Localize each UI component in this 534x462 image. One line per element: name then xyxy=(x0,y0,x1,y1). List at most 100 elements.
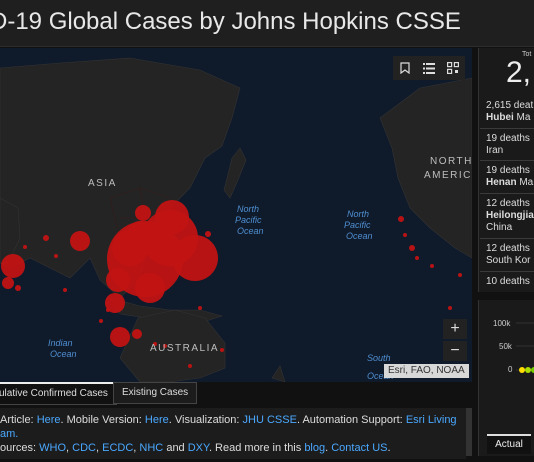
divider xyxy=(480,193,534,194)
deaths-count: 12 deaths xyxy=(486,198,530,209)
label-npo-b1: North xyxy=(347,209,369,219)
label-indian-2: Ocean xyxy=(50,349,77,359)
north-america-landmass xyxy=(379,77,472,259)
zoom-out-button[interactable]: − xyxy=(443,341,467,361)
y-tick-100k: 100k xyxy=(493,319,511,328)
deaths-location: Iran xyxy=(486,145,504,156)
label-npo-b2: Pacific xyxy=(344,220,371,230)
label-npo-a3: Ocean xyxy=(237,226,264,236)
divider xyxy=(480,128,534,129)
deaths-location: South Kor xyxy=(486,255,531,266)
label-north-america-2: AMERICA xyxy=(424,170,472,181)
footer-text: . Automation Support: xyxy=(296,414,406,426)
world-map[interactable]: ASIA AUSTRALIA NORTH AMERICA North Pacif… xyxy=(0,48,472,382)
footer-scrollbar[interactable] xyxy=(466,408,472,456)
bubble-small-10 xyxy=(198,306,202,310)
map-toolbar xyxy=(393,56,465,80)
blog-link[interactable]: blog xyxy=(304,442,325,454)
dxy-link[interactable]: DXY xyxy=(188,442,209,454)
footer-text: . Mobile Version: xyxy=(60,414,145,426)
ecdc-link[interactable]: ECDC xyxy=(102,442,133,454)
footer-line-1: Article: Here. Mobile Version: Here. Vis… xyxy=(0,413,457,427)
bubble-iran xyxy=(1,254,25,278)
newzealand-landmass xyxy=(271,365,286,382)
list-icon[interactable] xyxy=(417,56,441,80)
deaths-item-1[interactable]: 2,615 deat Hubei Ma xyxy=(486,100,533,124)
deaths-location: Hubei Ma xyxy=(486,112,531,123)
footer-text: . xyxy=(387,442,391,454)
bubble-usa-6 xyxy=(458,273,462,277)
label-south-1: South xyxy=(367,353,391,363)
deaths-location: Heilongjia xyxy=(486,210,534,221)
esri-link[interactable]: Esri Living xyxy=(406,414,457,426)
bubble-beijing xyxy=(135,205,151,221)
map-tabs: ulative Confirmed Cases Existing Cases xyxy=(0,382,472,405)
bubble-small-7 xyxy=(106,308,110,312)
footer-text: ources: xyxy=(0,442,40,454)
jhu-link[interactable]: JHU CSSE xyxy=(243,414,297,426)
map-canvas[interactable]: ASIA AUSTRALIA NORTH AMERICA North Pacif… xyxy=(0,48,472,382)
label-npo-a2: Pacific xyxy=(235,215,262,225)
deaths-item-2[interactable]: 19 deaths Iran xyxy=(486,133,530,157)
trend-point xyxy=(519,367,525,373)
deaths-item-6[interactable]: 10 deaths xyxy=(486,276,530,288)
divider xyxy=(480,160,534,161)
japan-landmass xyxy=(223,147,247,199)
bubble-middle-east xyxy=(2,277,14,289)
bubble-small-1 xyxy=(43,235,49,241)
label-npo-a1: North xyxy=(237,204,259,214)
y-tick-0: 0 xyxy=(508,365,513,374)
bubble-singapore xyxy=(110,327,130,347)
deaths-count: 10 deaths xyxy=(486,276,530,287)
deaths-count: 19 deaths xyxy=(486,133,530,144)
header-bar: D-19 Global Cases by Johns Hopkins CSSE xyxy=(0,0,534,47)
total-deaths-value: 2, xyxy=(506,56,532,89)
bubble-usa-3 xyxy=(409,245,415,251)
footer-info: Article: Here. Mobile Version: Here. Vis… xyxy=(0,408,466,459)
bubble-china-5 xyxy=(128,221,152,245)
deaths-count: 12 deaths xyxy=(486,243,530,254)
bubble-usa-7 xyxy=(448,306,452,310)
nhc-link[interactable]: NHC xyxy=(139,442,163,454)
who-link[interactable]: WHO xyxy=(39,442,66,454)
page-title: D-19 Global Cases by Johns Hopkins CSSE xyxy=(0,8,461,35)
bookmark-icon[interactable] xyxy=(393,56,417,80)
esri-link-cont[interactable]: am. xyxy=(0,428,18,440)
qr-icon[interactable] xyxy=(441,56,465,80)
contact-link[interactable]: Contact US xyxy=(331,442,387,454)
bubble-small-2 xyxy=(23,245,27,249)
bubble-japan-2 xyxy=(184,247,192,255)
bubble-small-6 xyxy=(99,319,103,323)
bubble-china-2 xyxy=(135,273,165,303)
mobile-link[interactable]: Here xyxy=(145,414,169,426)
label-npo-b3: Ocean xyxy=(346,231,373,241)
deaths-item-5[interactable]: 12 deaths South Kor xyxy=(486,243,530,267)
divider xyxy=(480,271,534,272)
zoom-in-button[interactable]: + xyxy=(443,319,467,339)
bubble-usa-5 xyxy=(430,264,434,268)
bubble-china-3 xyxy=(106,268,130,292)
bubble-small-3 xyxy=(54,254,58,258)
bubble-seasia xyxy=(132,329,142,339)
map-attribution: Esri, FAO, NOAA xyxy=(384,364,469,378)
trend-point xyxy=(525,367,531,373)
bubble-pacific xyxy=(205,231,211,237)
footer-line-3: ources: WHO, CDC, ECDC, NHC and DXY. Rea… xyxy=(0,441,391,455)
article-link[interactable]: Here xyxy=(37,414,61,426)
tab-actual[interactable]: Actual xyxy=(487,434,531,454)
deaths-item-4[interactable]: 12 deaths Heilongjia China xyxy=(486,198,534,234)
tab-existing-cases[interactable]: Existing Cases xyxy=(113,382,198,404)
bubble-australia-2 xyxy=(188,364,192,368)
label-north-america-1: NORTH xyxy=(430,156,472,167)
deaths-item-3[interactable]: 19 deaths Henan Ma xyxy=(486,165,533,189)
footer-line-2: am. xyxy=(0,427,18,441)
cdc-link[interactable]: CDC xyxy=(72,442,96,454)
footer-text: Article: xyxy=(0,414,37,426)
bubble-small-5 xyxy=(63,288,67,292)
bubble-korea xyxy=(70,231,90,251)
tab-cumulative-confirmed[interactable]: ulative Confirmed Cases xyxy=(0,382,117,405)
footer-text: . Visualization: xyxy=(168,414,243,426)
y-tick-50k: 50k xyxy=(499,342,512,351)
footer-text: and xyxy=(163,442,188,454)
bubble-small-4 xyxy=(15,285,21,291)
